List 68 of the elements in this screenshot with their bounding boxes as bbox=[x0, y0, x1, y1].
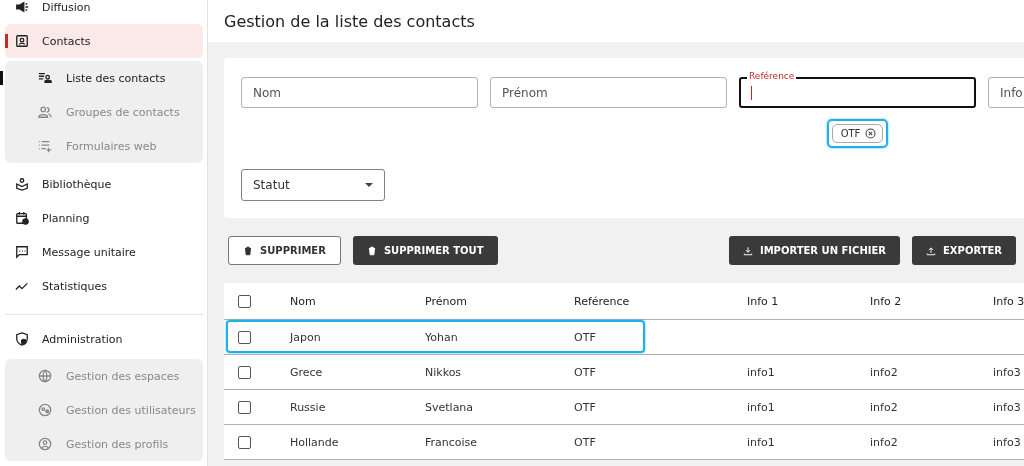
dropdown-caret-icon bbox=[365, 183, 373, 187]
checkbox[interactable] bbox=[238, 435, 251, 449]
table-cell: Yohan bbox=[425, 330, 458, 344]
chat-icon bbox=[15, 245, 29, 259]
sidebar-item[interactable]: Contacts bbox=[5, 24, 203, 58]
calendar-icon bbox=[15, 211, 29, 225]
column-header: Info 2 bbox=[870, 294, 902, 308]
list-person-icon bbox=[38, 71, 52, 85]
sidebar-item[interactable]: Statistiques bbox=[5, 269, 203, 303]
table-cell: Nikkos bbox=[425, 365, 462, 379]
column-header: Info 3 bbox=[993, 294, 1024, 308]
page-title: Gestion de la liste des contacts bbox=[224, 11, 475, 31]
column-header: Reférence bbox=[574, 294, 630, 308]
table-cell: OTF bbox=[574, 365, 596, 379]
input-field[interactable]: Prénom bbox=[490, 77, 727, 108]
sidebar-item[interactable]: Message unitaire bbox=[5, 235, 203, 269]
table-cell: info3 bbox=[993, 435, 1021, 449]
action-button[interactable]: IMPORTER UN FICHIER bbox=[728, 236, 900, 265]
megaphone-icon bbox=[15, 0, 29, 14]
upload-icon bbox=[926, 245, 936, 256]
list-plus-icon bbox=[38, 139, 52, 153]
trash-icon bbox=[243, 245, 253, 256]
table-cell: Grece bbox=[290, 365, 323, 379]
sidebar-item[interactable]: Administration bbox=[5, 322, 203, 356]
contact-card-icon bbox=[15, 34, 29, 48]
book-person-icon bbox=[15, 177, 29, 191]
column-header: Info 1 bbox=[747, 294, 779, 308]
action-button[interactable]: SUPPRIMER TOUT bbox=[352, 236, 498, 265]
table-cell: OTF bbox=[574, 435, 596, 449]
table-cell: info1 bbox=[747, 365, 775, 379]
table-cell: info1 bbox=[747, 435, 775, 449]
table-cell: Japon bbox=[290, 330, 321, 344]
table-cell: Svetlana bbox=[425, 400, 474, 414]
table-cell: info2 bbox=[870, 365, 898, 379]
field-label: Reférence bbox=[747, 71, 797, 82]
filter-chip[interactable]: OTF bbox=[831, 124, 884, 143]
table-cell: info3 bbox=[993, 365, 1021, 379]
column-header: Prénom bbox=[425, 294, 467, 308]
table-cell: OTF bbox=[574, 330, 596, 344]
status-select[interactable]: Statut bbox=[241, 169, 385, 201]
table-cell: Francoise bbox=[425, 435, 478, 449]
table-cell: info3 bbox=[993, 400, 1021, 414]
people-icon bbox=[38, 105, 52, 119]
download-icon bbox=[742, 245, 753, 256]
sidebar-item[interactable]: Bibliothèque bbox=[5, 167, 203, 201]
table-cell: info2 bbox=[870, 400, 898, 414]
checkbox[interactable] bbox=[238, 294, 251, 308]
table-cell: OTF bbox=[574, 400, 596, 414]
checkbox[interactable] bbox=[238, 330, 251, 344]
checkbox[interactable] bbox=[238, 365, 251, 379]
close-icon[interactable] bbox=[865, 128, 877, 139]
action-button[interactable]: SUPPRIMER bbox=[228, 236, 341, 265]
action-button[interactable]: EXPORTER bbox=[912, 236, 1016, 265]
trash-icon bbox=[366, 245, 377, 256]
table-cell: info2 bbox=[870, 435, 898, 449]
shield-icon bbox=[15, 332, 29, 346]
table-cell: Russie bbox=[290, 400, 326, 414]
column-header: Nom bbox=[290, 294, 316, 308]
input-field[interactable]: Info bbox=[988, 77, 1024, 108]
globe-icon bbox=[38, 369, 52, 383]
checkbox[interactable] bbox=[238, 400, 251, 414]
table-cell: Hollande bbox=[290, 435, 339, 449]
sidebar-item[interactable]: Diffusion bbox=[5, 0, 203, 24]
user-face-icon bbox=[38, 403, 52, 417]
user-circle-icon bbox=[38, 437, 52, 451]
sidebar-item[interactable]: Planning bbox=[5, 201, 203, 235]
table-cell: info1 bbox=[747, 400, 775, 414]
input-field[interactable]: Nom bbox=[241, 77, 478, 108]
